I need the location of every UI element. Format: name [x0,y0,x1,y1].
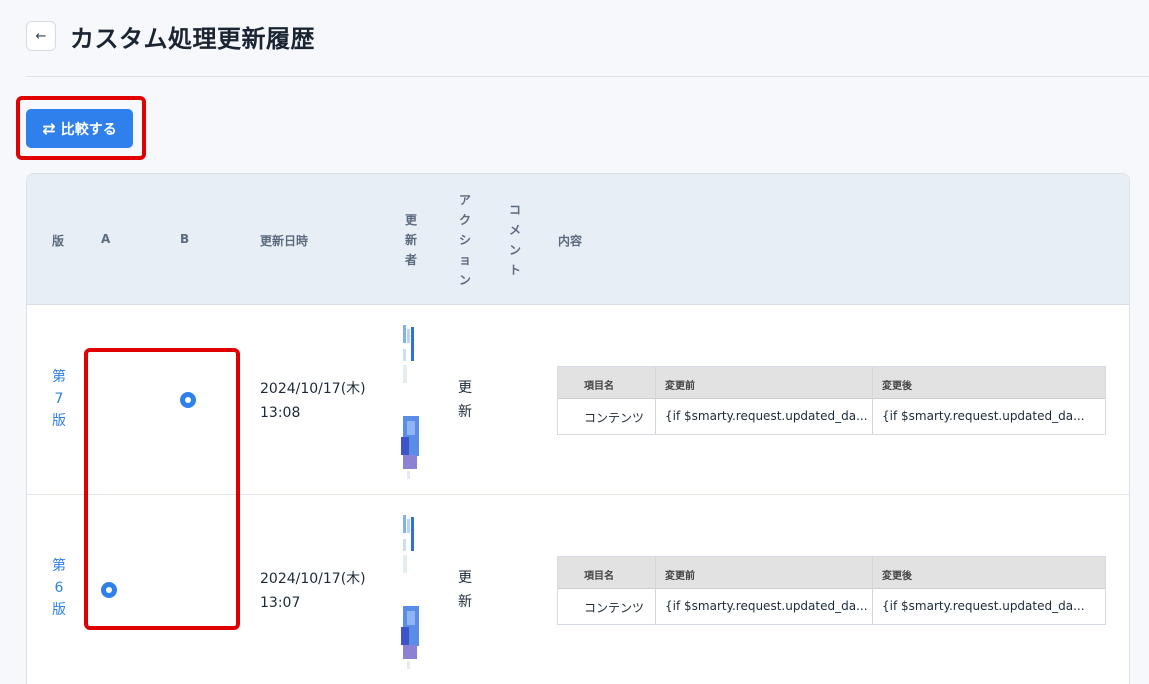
diff-header [558,557,1105,589]
diff-after-value: {if $smarty.request.updated_da... [882,599,1085,613]
diff-table: 項目名 変更前 変更後 コンテンツ {if $smarty.request.up… [557,366,1106,435]
diff-before-value: {if $smarty.request.updated_da... [665,599,868,613]
update-datetime: 2024/10/17(木) 13:07 [260,567,380,615]
diff-separator [872,367,873,434]
diff-separator [655,367,656,434]
arrow-left-icon: ← [35,28,47,44]
update-time: 13:07 [260,595,301,611]
diff-item-name: コンテンツ [584,601,645,615]
highlight-compare-button [16,96,146,160]
action-label: 更新 [458,380,472,420]
version-link[interactable]: 第6版 [51,555,67,621]
col-action: アクション [458,193,471,287]
diff-separator [655,557,656,624]
col-version: 版 [52,234,65,248]
avatar [397,325,427,481]
page-header: ← カスタム処理更新履歴 [26,18,315,54]
table-header: 版 A B 更新日時 更新者 アクション コメント 内容 [27,174,1129,305]
col-datetime: 更新日時 [260,234,309,248]
avatar [397,515,427,671]
diff-col-after: 変更後 [882,381,912,392]
action-label: 更新 [458,570,472,610]
diff-col-item: 項目名 [584,381,614,392]
diff-after-value: {if $smarty.request.updated_da... [882,409,1085,423]
diff-separator [872,557,873,624]
update-date: 2024/10/17(木) [260,571,366,587]
diff-table: 項目名 変更前 変更後 コンテンツ {if $smarty.request.up… [557,556,1106,625]
diff-col-after: 変更後 [882,571,912,582]
col-comment: コメント [508,203,521,277]
col-a: A [101,232,111,246]
page-title: カスタム処理更新履歴 [70,24,315,53]
diff-col-before: 変更前 [665,381,695,392]
diff-item-name: コンテンツ [584,411,645,425]
update-date: 2024/10/17(木) [260,381,366,397]
highlight-radio-columns [84,348,240,630]
diff-col-before: 変更前 [665,571,695,582]
header-divider [26,76,1149,77]
version-link[interactable]: 第7版 [51,366,67,432]
diff-header [558,367,1105,399]
col-b: B [180,232,190,246]
col-updater: 更新者 [404,213,417,267]
update-datetime: 2024/10/17(木) 13:08 [260,377,380,425]
col-content: 内容 [558,234,583,248]
update-time: 13:08 [260,405,301,421]
diff-before-value: {if $smarty.request.updated_da... [665,409,868,423]
diff-col-item: 項目名 [584,571,614,582]
back-button[interactable]: ← [26,21,56,51]
